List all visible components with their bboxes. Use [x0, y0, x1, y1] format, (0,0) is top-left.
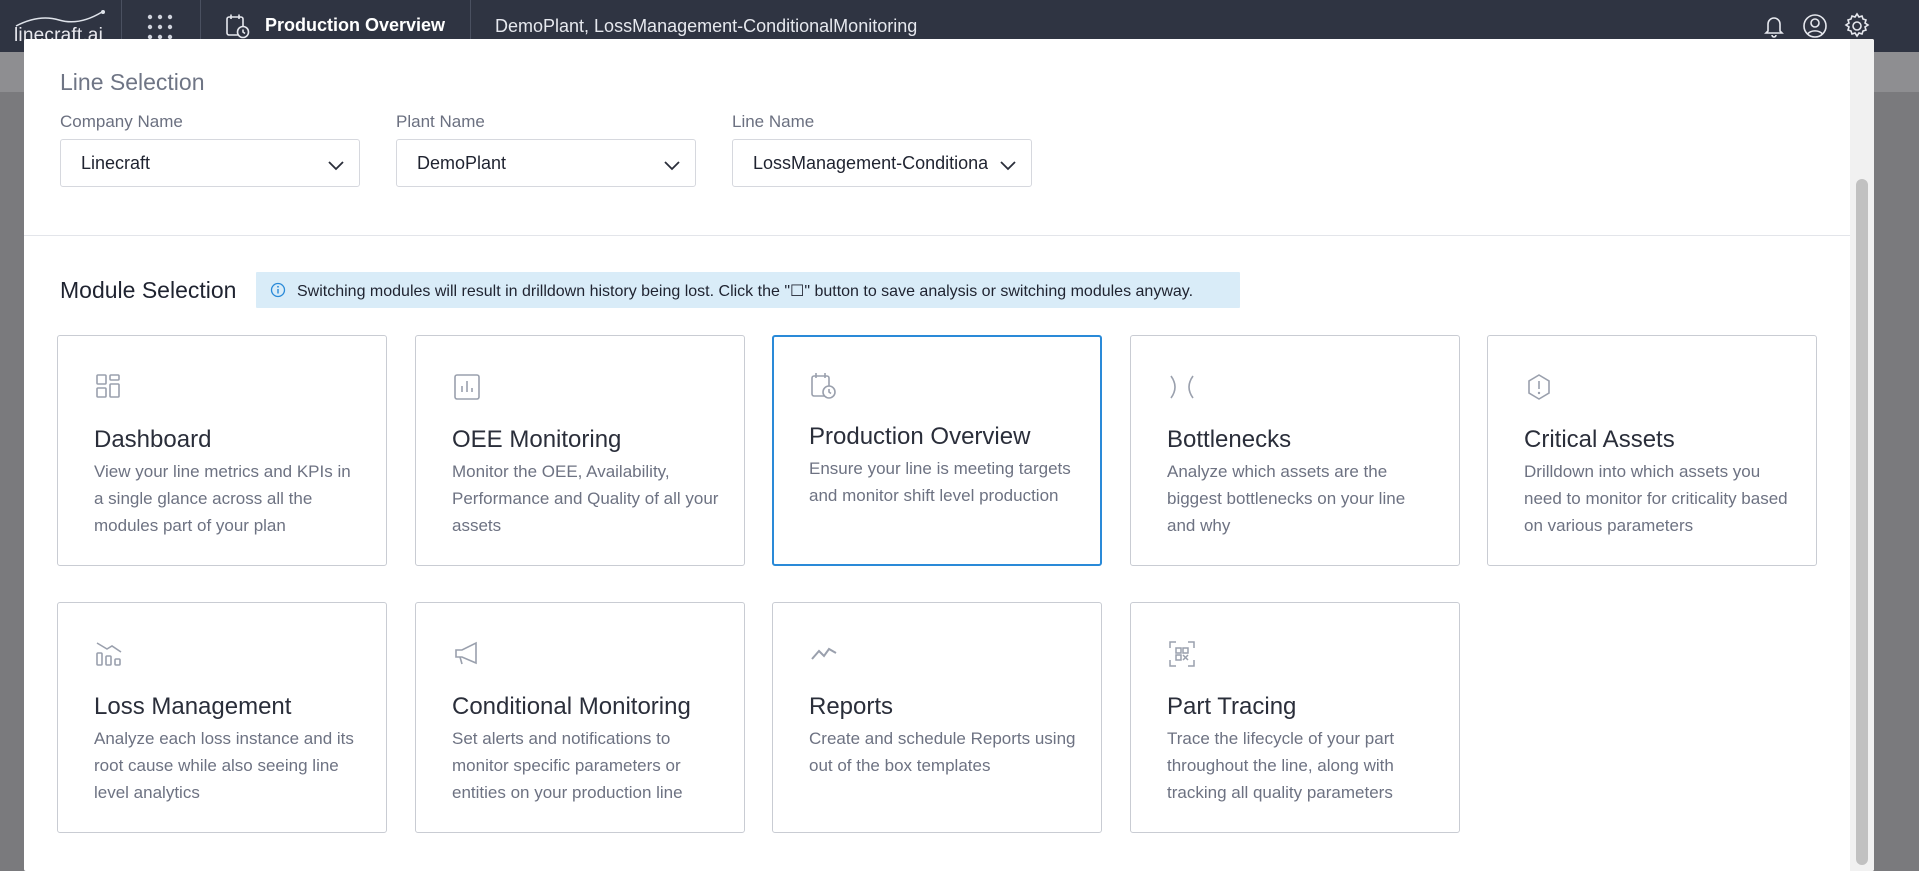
module-card-conditional-monitoring[interactable]: Conditional Monitoring Set alerts and no…	[415, 602, 745, 833]
context-breadcrumb[interactable]: DemoPlant, LossManagement-ConditionalMon…	[495, 16, 917, 37]
plant-name-value: DemoPlant	[417, 153, 507, 173]
module-description: Drilldown into which assets you need to …	[1524, 462, 1788, 535]
app-title: Production Overview	[265, 15, 446, 35]
info-icon	[270, 282, 286, 298]
module-card-part-tracing[interactable]: Part Tracing Trace the lifecycle of your…	[1130, 602, 1460, 833]
bar-chart-icon	[454, 374, 480, 400]
module-title: Conditional Monitoring	[452, 693, 691, 720]
module-description: Set alerts and notifications to monitor …	[452, 729, 683, 802]
dashboard-grid-icon	[96, 374, 120, 398]
chevron-down-icon	[328, 161, 344, 171]
bottleneck-icon	[1170, 375, 1194, 399]
chevron-down-icon	[1000, 161, 1016, 171]
trend-line-icon	[811, 647, 837, 660]
module-card-bottlenecks[interactable]: Bottlenecks Analyze which assets are the…	[1130, 335, 1460, 566]
module-title: Critical Assets	[1524, 426, 1675, 453]
module-card-loss-management[interactable]: Loss Management Analyze each loss instan…	[57, 602, 387, 833]
scrollbar-thumb[interactable]	[1856, 179, 1868, 865]
module-description: Ensure your line is meeting targets and …	[809, 459, 1071, 505]
company-name-value: Linecraft	[81, 153, 151, 173]
line-name-label: Line Name	[732, 112, 815, 131]
module-description: Trace the lifecycle of your part through…	[1167, 729, 1395, 802]
module-card-reports[interactable]: Reports Create and schedule Reports usin…	[772, 602, 1102, 833]
line-selection-title: Line Selection	[60, 69, 205, 95]
module-description: Create and schedule Reports using out of…	[809, 729, 1076, 775]
calendar-clock-icon	[226, 14, 250, 39]
user-circle-icon[interactable]	[1801, 12, 1829, 40]
apps-grid-icon[interactable]	[146, 13, 174, 41]
scrollbar-track[interactable]	[1850, 39, 1874, 871]
info-banner-text: Switching modules will result in drilldo…	[297, 283, 1194, 300]
module-selection-title: Module Selection	[60, 277, 237, 303]
module-description: Analyze each loss instance and its root …	[94, 729, 354, 802]
chevron-down-icon	[664, 161, 680, 171]
info-banner: Switching modules will result in drilldo…	[256, 272, 1240, 308]
company-name-select[interactable]: Linecraft	[60, 139, 360, 187]
scan-icon	[1169, 641, 1195, 667]
module-title: Bottlenecks	[1167, 426, 1292, 453]
loss-chart-icon	[96, 642, 122, 666]
calendar-clock-icon	[811, 373, 836, 399]
module-title: Loss Management	[94, 693, 292, 720]
section-divider	[24, 235, 1850, 236]
plant-name-select[interactable]: DemoPlant	[396, 139, 696, 187]
module-title: Production Overview	[809, 423, 1031, 450]
bell-icon[interactable]	[1760, 12, 1788, 40]
line-name-select[interactable]: LossManagement-ConditionalMonitoring	[732, 139, 1032, 187]
megaphone-icon	[455, 641, 477, 665]
plant-name-label: Plant Name	[396, 112, 485, 131]
module-title: Part Tracing	[1167, 693, 1297, 720]
module-card-dashboard[interactable]: Dashboard View your line metrics and KPI…	[57, 335, 387, 566]
alert-hexagon-icon	[1528, 374, 1550, 400]
module-description: View your line metrics and KPIs in a sin…	[94, 462, 351, 535]
module-card-production-overview[interactable]: Production Overview Ensure your line is …	[772, 335, 1102, 566]
gear-icon[interactable]	[1843, 12, 1871, 40]
module-card-oee-monitoring[interactable]: OEE Monitoring Monitor the OEE, Availabi…	[415, 335, 745, 566]
module-description: Monitor the OEE, Availability, Performan…	[452, 462, 719, 535]
module-title: OEE Monitoring	[452, 426, 622, 453]
module-description: Analyze which assets are the biggest bot…	[1167, 462, 1406, 535]
line-name-value: LossManagement-ConditionalMonitoring	[753, 153, 988, 173]
company-name-label: Company Name	[60, 112, 183, 131]
module-title: Dashboard	[94, 426, 212, 453]
module-card-critical-assets[interactable]: Critical Assets Drilldown into which ass…	[1487, 335, 1817, 566]
module-title: Reports	[809, 693, 894, 720]
line-module-selection-modal: Line Selection Company Name Linecraft Pl…	[24, 39, 1874, 871]
